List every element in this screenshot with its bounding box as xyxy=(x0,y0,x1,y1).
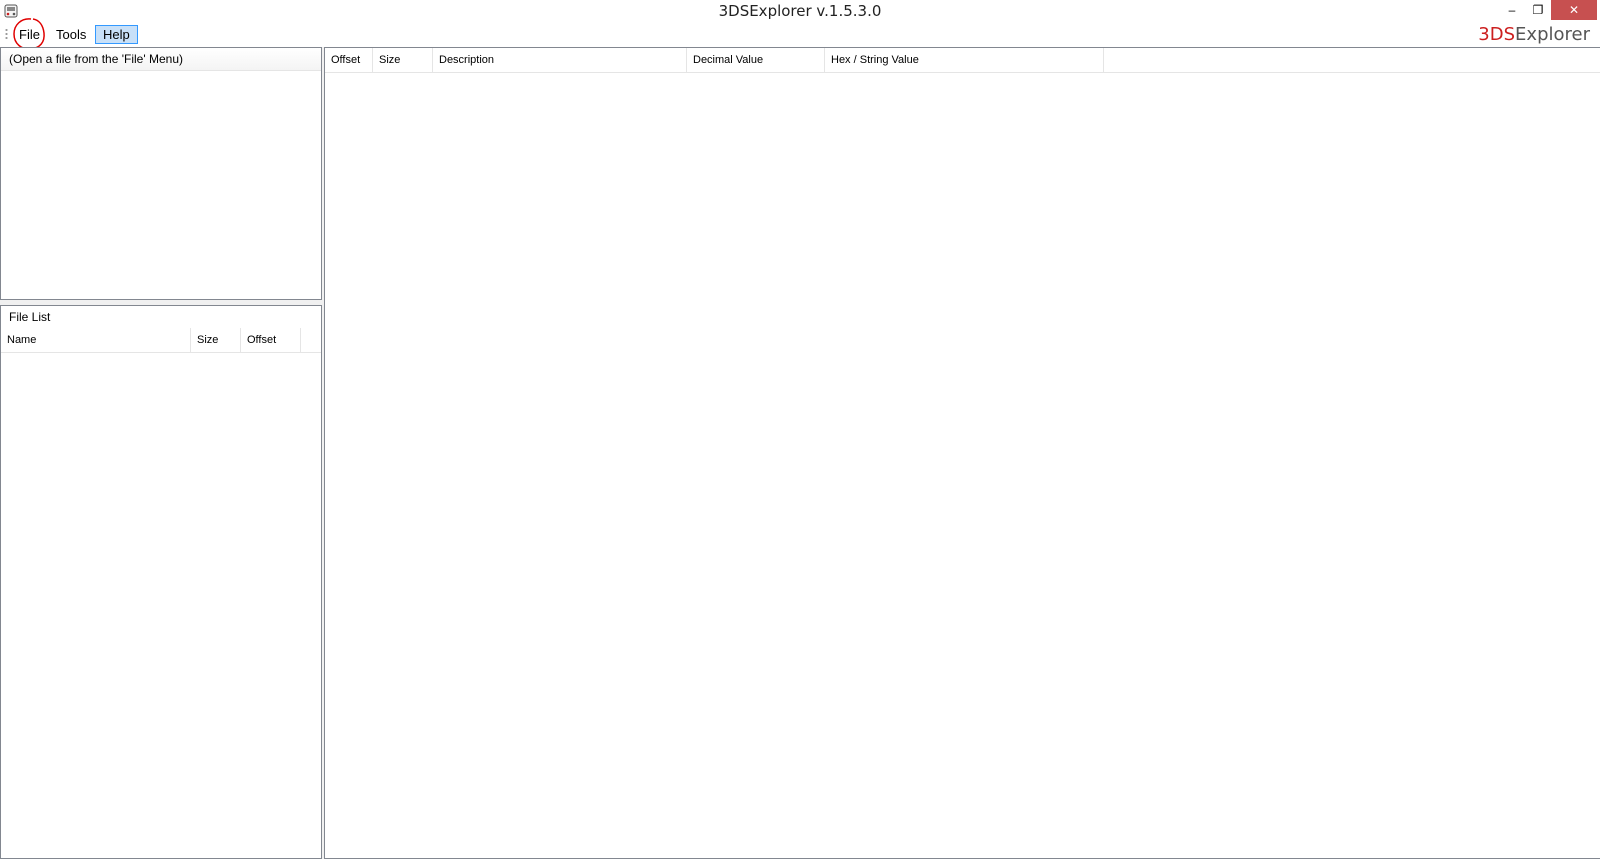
tree-panel[interactable]: (Open a file from the 'File' Menu) xyxy=(0,47,322,300)
column-header-size[interactable]: Size xyxy=(373,48,433,72)
column-header-offset[interactable]: Offset xyxy=(241,328,301,352)
tree-panel-header: (Open a file from the 'File' Menu) xyxy=(1,48,321,71)
detail-panel[interactable]: Offset Size Description Decimal Value He… xyxy=(324,47,1600,859)
menu-file[interactable]: File xyxy=(12,25,47,44)
minimize-icon: – xyxy=(1508,3,1516,17)
file-list-title: File List xyxy=(9,310,51,324)
column-header-offset[interactable]: Offset xyxy=(325,48,373,72)
menu-help[interactable]: Help xyxy=(95,25,138,44)
close-button[interactable]: ✕ xyxy=(1551,0,1597,20)
window-title: 3DSExplorer v.1.5.3.0 xyxy=(718,2,882,20)
column-header-size[interactable]: Size xyxy=(191,328,241,352)
app-window: 3DSExplorer v.1.5.3.0 – ❐ ✕ File Tools H… xyxy=(0,0,1600,859)
brand-logo-rest: Explorer xyxy=(1515,24,1590,45)
detail-header-row: Offset Size Description Decimal Value He… xyxy=(325,48,1600,73)
restore-icon: ❐ xyxy=(1532,3,1544,17)
close-icon: ✕ xyxy=(1568,3,1580,17)
brand-logo: 3DSExplorer xyxy=(1478,24,1590,45)
title-bar[interactable]: 3DSExplorer v.1.5.3.0 – ❐ ✕ xyxy=(0,0,1600,22)
column-header-hex-string-value[interactable]: Hex / String Value xyxy=(825,48,1104,72)
column-header-decimal-value[interactable]: Decimal Value xyxy=(687,48,825,72)
column-header-name[interactable]: Name xyxy=(1,328,191,352)
menu-grip-icon[interactable] xyxy=(5,28,8,41)
brand-logo-prefix: 3DS xyxy=(1478,24,1516,45)
minimize-button[interactable]: – xyxy=(1499,0,1525,20)
column-header-description[interactable]: Description xyxy=(433,48,687,72)
menu-bar: File Tools Help 3DSExplorer xyxy=(0,22,1600,46)
file-list-panel[interactable]: File List Name Size Offset xyxy=(0,305,322,859)
maximize-button[interactable]: ❐ xyxy=(1525,0,1551,20)
menu-tools[interactable]: Tools xyxy=(49,25,93,44)
file-list-header-row: Name Size Offset xyxy=(1,328,321,353)
